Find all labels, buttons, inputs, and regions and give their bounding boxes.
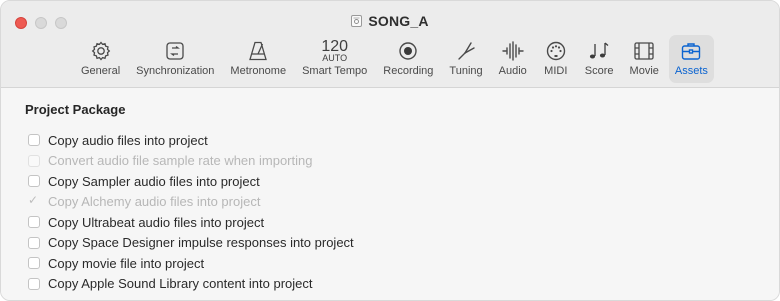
metronome-icon: [245, 40, 271, 62]
option-label: Copy Apple Sound Library content into pr…: [48, 276, 313, 292]
tab-metronome[interactable]: Metronome: [224, 35, 292, 83]
tempo-mode: AUTO: [322, 52, 348, 63]
tab-tuning-label: Tuning: [449, 65, 483, 77]
midi-icon: [543, 40, 569, 62]
option-label: Copy Alchemy audio files into project: [48, 194, 261, 210]
checkbox[interactable]: [28, 236, 40, 249]
tab-recording[interactable]: Recording: [377, 35, 439, 83]
option-label: Copy Sampler audio files into project: [48, 173, 260, 189]
tab-score[interactable]: Score: [579, 35, 620, 83]
briefcase-icon: [678, 40, 704, 62]
option-copy-apple-sound-library[interactable]: Copy Apple Sound Library content into pr…: [28, 274, 354, 295]
tab-assets-label: Assets: [674, 65, 708, 77]
tab-audio-label: Audio: [498, 65, 527, 77]
option-label: Copy audio files into project: [48, 132, 208, 148]
assets-pane: Project Package Copy audio files into pr…: [1, 88, 779, 300]
tab-assets[interactable]: Assets: [668, 35, 714, 83]
tab-smart-tempo[interactable]: 120 AUTO Smart Tempo: [296, 35, 373, 83]
tab-smart-tempo-label: Smart Tempo: [302, 65, 368, 77]
tab-metronome-label: Metronome: [230, 65, 287, 77]
option-label: Copy movie file into project: [48, 255, 205, 271]
checkbox: ✓: [28, 192, 40, 208]
option-copy-alchemy-files: ✓ Copy Alchemy audio files into project: [28, 192, 354, 213]
option-copy-ultrabeat-files[interactable]: Copy Ultrabeat audio files into project: [28, 212, 354, 233]
tab-score-label: Score: [584, 65, 614, 77]
project-package-options: Copy audio files into project Convert au…: [28, 130, 354, 294]
tab-midi[interactable]: MIDI: [537, 35, 575, 83]
waveform-icon: [500, 40, 526, 62]
option-copy-audio-files[interactable]: Copy audio files into project: [28, 130, 354, 151]
section-title: Project Package: [25, 102, 126, 117]
tuning-fork-icon: [453, 40, 479, 62]
preferences-tabs: General Synchronization Metronome 120 AU…: [73, 31, 716, 83]
checkbox[interactable]: [28, 277, 40, 290]
tab-movie[interactable]: Movie: [624, 35, 665, 83]
tempo-value: 120: [321, 37, 349, 55]
tab-tuning[interactable]: Tuning: [443, 35, 488, 83]
sync-icon: [162, 40, 188, 62]
film-icon: [631, 40, 657, 62]
option-label: Convert audio file sample rate when impo…: [48, 153, 313, 169]
tab-recording-label: Recording: [383, 65, 434, 77]
tempo-readout: 120 AUTO: [321, 37, 349, 63]
checkbox[interactable]: [28, 134, 40, 147]
option-copy-sampler-files[interactable]: Copy Sampler audio files into project: [28, 171, 354, 192]
checkbox[interactable]: [28, 257, 40, 270]
window-title: SONG_A: [1, 13, 779, 29]
option-copy-movie-file[interactable]: Copy movie file into project: [28, 253, 354, 274]
checkbox[interactable]: [28, 175, 40, 188]
project-document-icon: [351, 15, 363, 27]
tab-general[interactable]: General: [75, 35, 126, 83]
window-title-text: SONG_A: [368, 13, 429, 29]
record-icon: [395, 40, 421, 62]
gear-icon: [88, 40, 114, 62]
tab-general-label: General: [81, 65, 121, 77]
checkbox[interactable]: [28, 216, 40, 229]
option-copy-space-designer-irs[interactable]: Copy Space Designer impulse responses in…: [28, 233, 354, 254]
notes-icon: [586, 40, 612, 62]
tab-audio[interactable]: Audio: [493, 35, 533, 83]
tab-midi-label: MIDI: [544, 65, 568, 77]
toolbar: SONG_A General Synchronization Metronome…: [1, 1, 779, 88]
checkmark-icon: ✓: [28, 192, 39, 207]
option-label: Copy Space Designer impulse responses in…: [48, 235, 354, 251]
option-convert-sample-rate: Convert audio file sample rate when impo…: [28, 151, 354, 172]
tab-synchronization-label: Synchronization: [136, 65, 215, 77]
tab-movie-label: Movie: [629, 65, 659, 77]
tab-synchronization[interactable]: Synchronization: [130, 35, 220, 83]
checkbox: [28, 154, 40, 167]
preferences-window: SONG_A General Synchronization Metronome…: [0, 0, 780, 301]
option-label: Copy Ultrabeat audio files into project: [48, 214, 265, 230]
